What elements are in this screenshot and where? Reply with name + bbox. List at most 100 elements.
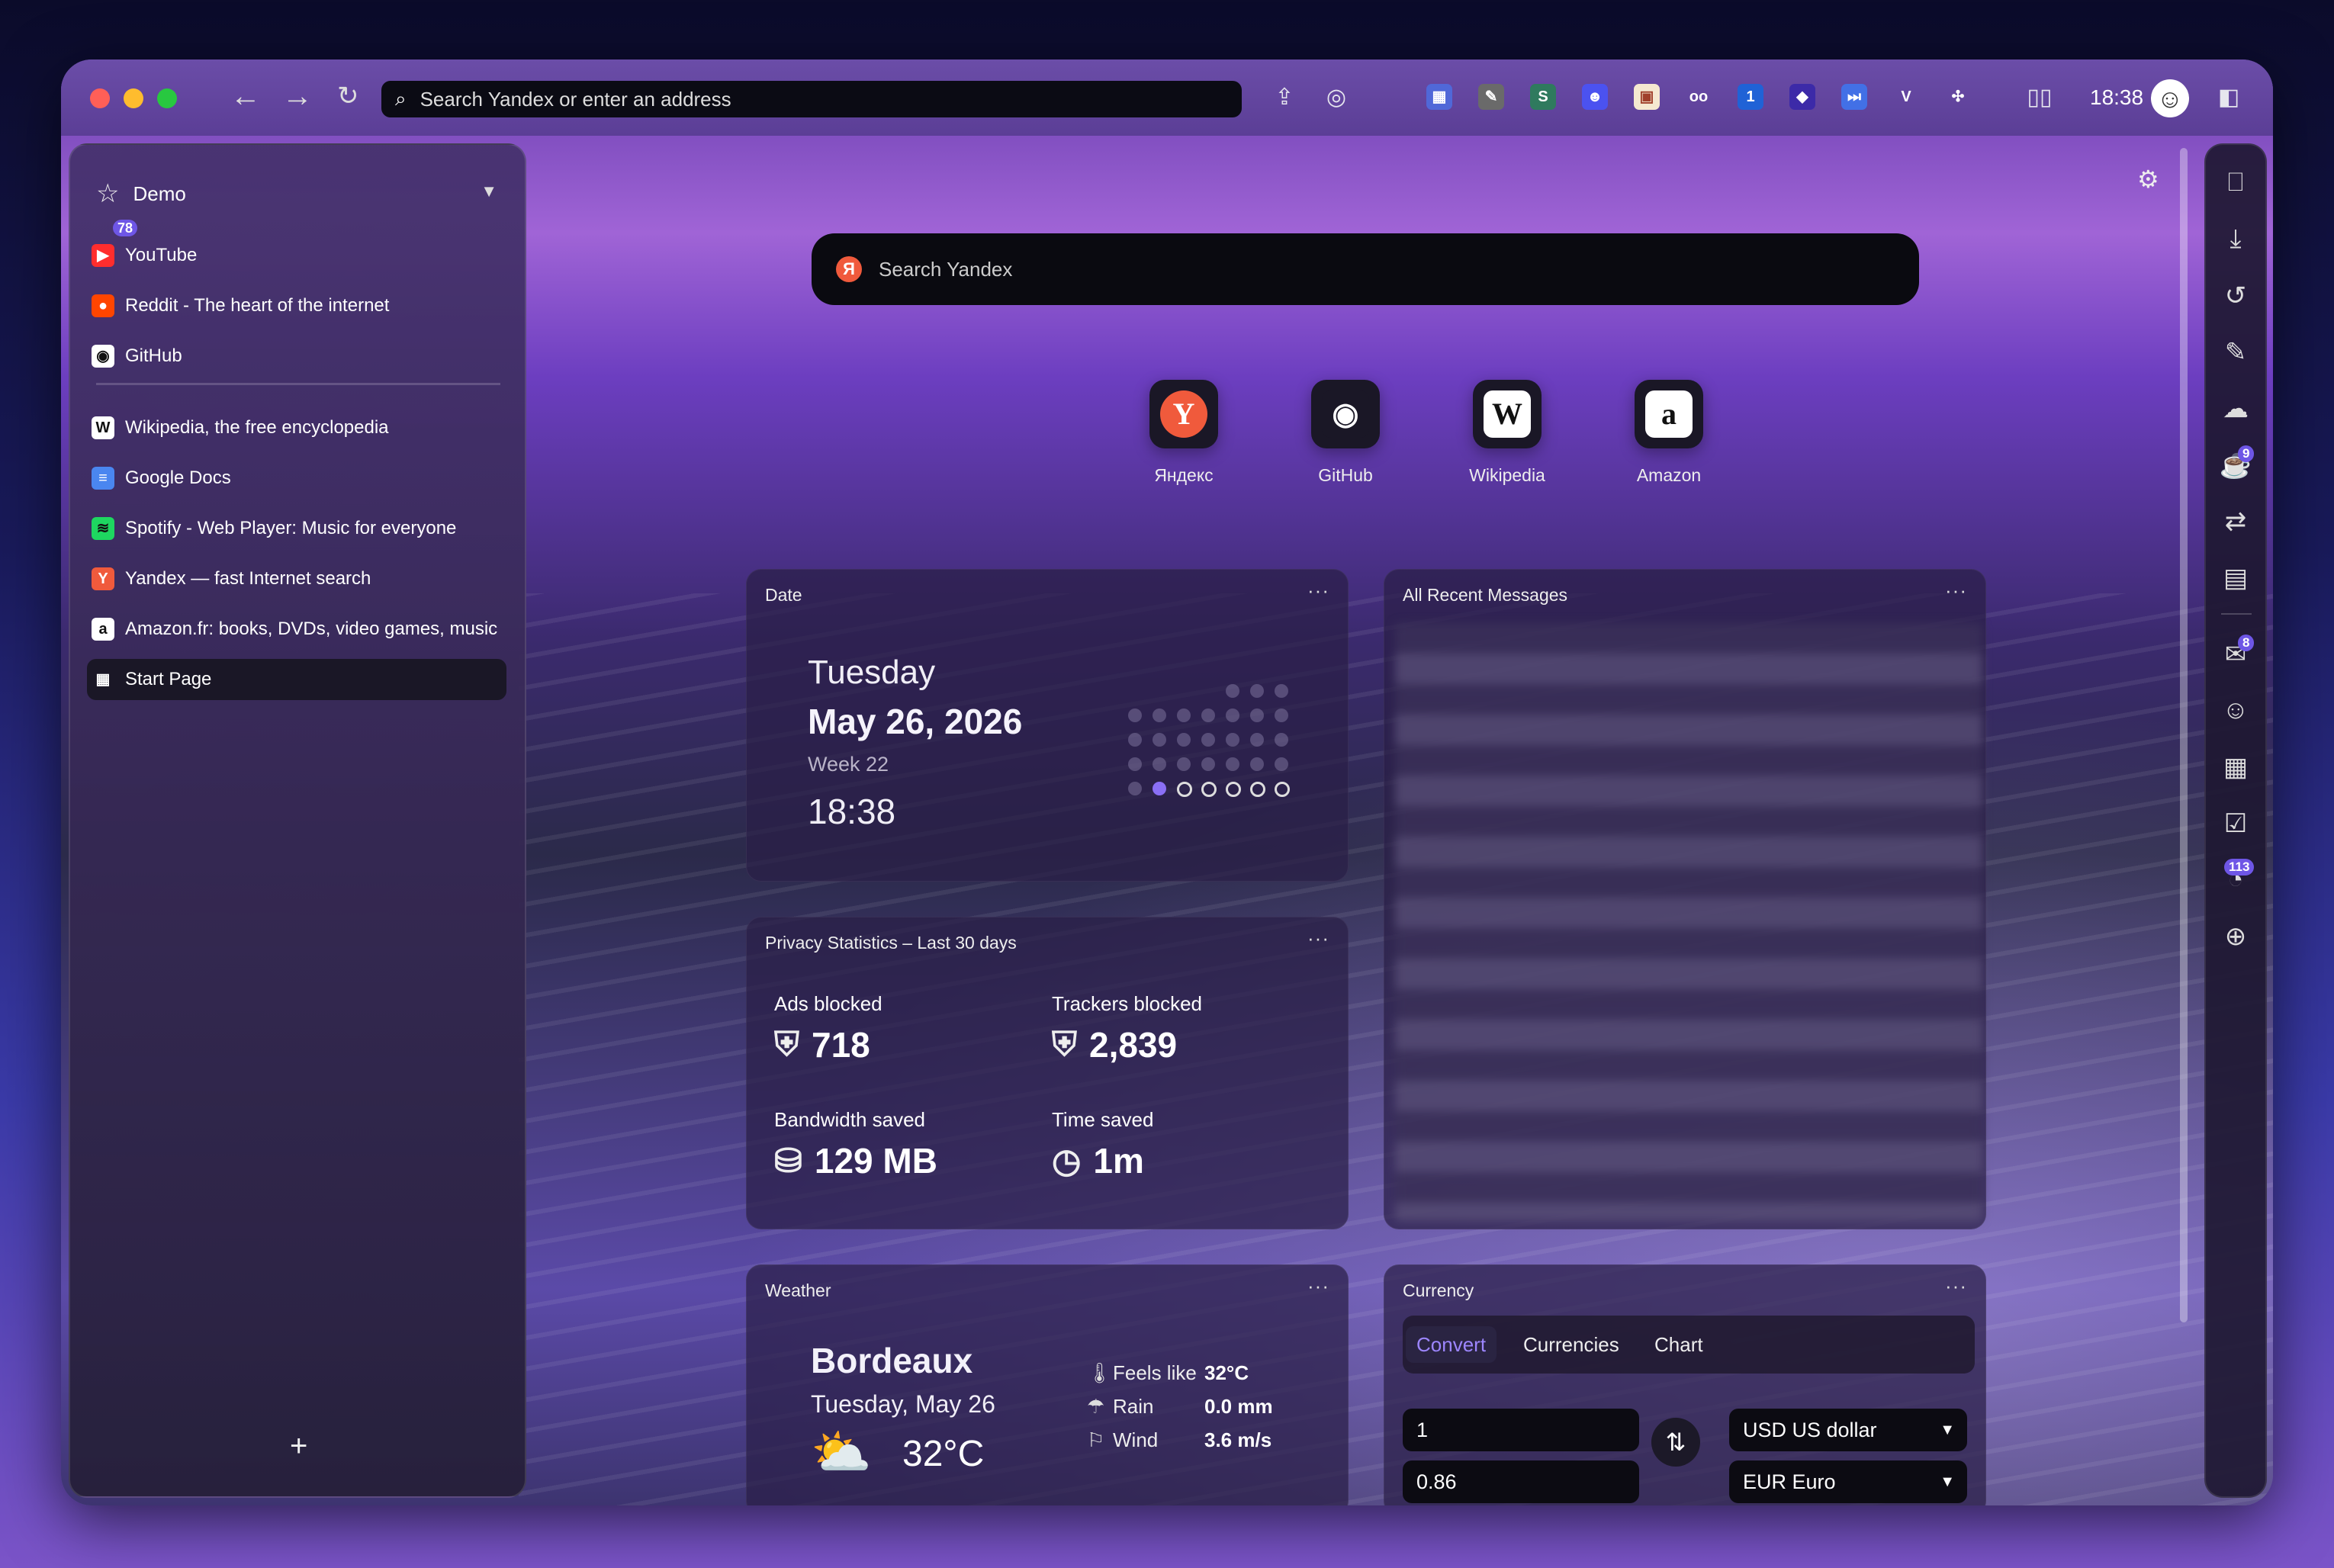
widget-menu-button[interactable]: ··· bbox=[1945, 579, 1967, 602]
time-saved-value: ◷ 1m bbox=[1052, 1141, 1144, 1181]
clock-dot bbox=[1226, 782, 1241, 797]
widget-menu-button[interactable]: ··· bbox=[1945, 1274, 1967, 1298]
page-scrollbar[interactable] bbox=[2180, 148, 2188, 1322]
s-ext-icon[interactable]: S bbox=[1530, 84, 1556, 110]
tab-spotify[interactable]: ≋ Spotify - Web Player: Music for everyon… bbox=[92, 508, 503, 549]
currency-from-select[interactable]: USD US dollar ▼ bbox=[1729, 1409, 1967, 1451]
panel-toggle-icon[interactable]: ▯▯ bbox=[2024, 82, 2055, 113]
calendar-icon[interactable]: ▦ bbox=[2206, 752, 2265, 782]
glasses-ext-icon[interactable]: oo bbox=[1686, 84, 1712, 110]
widget-title: Weather bbox=[765, 1280, 831, 1300]
new-tab-button[interactable]: + bbox=[290, 1429, 307, 1464]
date-widget: Date ··· Tuesday May 26, 2026 Week 22 18… bbox=[746, 569, 1349, 882]
tab-currencies[interactable]: Currencies bbox=[1513, 1326, 1630, 1363]
calendar-ext-icon[interactable]: ▦ bbox=[1426, 84, 1452, 110]
tab-grid[interactable]: ▦ Start Page bbox=[87, 659, 506, 700]
address-input[interactable] bbox=[418, 86, 1185, 112]
spotify-icon: ≋ bbox=[92, 517, 114, 540]
forward-icon[interactable]: → bbox=[282, 81, 313, 111]
wikipedia-icon: W bbox=[92, 416, 114, 439]
clock-dot bbox=[1177, 757, 1191, 771]
history-icon[interactable]: ↺ bbox=[2206, 281, 2265, 311]
clock-dot bbox=[1128, 782, 1142, 795]
sidebar-toggle-icon[interactable]: ◧ bbox=[2213, 82, 2244, 113]
address-bar[interactable]: ⌕ bbox=[381, 81, 1242, 117]
puzzle-ext-icon[interactable]: ✣ bbox=[1945, 84, 1971, 110]
translate-icon[interactable]: ⇄ bbox=[2206, 506, 2265, 537]
speed-dial-github[interactable]: ◉ GitHub bbox=[1269, 380, 1422, 486]
mail-icon[interactable]: ✉ bbox=[2206, 639, 2265, 670]
workspace-selector[interactable]: ☆ Demo bbox=[96, 178, 186, 209]
notes-icon[interactable]: ✎ bbox=[2206, 337, 2265, 368]
database-icon: ⛁ bbox=[774, 1142, 802, 1180]
widget-menu-button[interactable]: ··· bbox=[1307, 927, 1329, 950]
reload-icon[interactable]: ↻ bbox=[337, 81, 359, 111]
amount-from-input[interactable] bbox=[1403, 1409, 1639, 1451]
tab-google-docs[interactable]: ≡ Google Docs bbox=[92, 458, 503, 499]
profile-avatar[interactable]: ☺ bbox=[2151, 79, 2189, 117]
currency-to-select[interactable]: EUR Euro ▼ bbox=[1729, 1460, 1967, 1503]
widget-menu-button[interactable]: ··· bbox=[1307, 1274, 1329, 1298]
clock-dot bbox=[1128, 733, 1142, 747]
share-icon[interactable]: ⇪ bbox=[1269, 82, 1300, 113]
tab-youtube[interactable]: ▶ YouTube bbox=[92, 235, 503, 276]
rain-row: ☂ Rain 0.0 mm bbox=[1087, 1395, 1273, 1418]
widget-title: Privacy Statistics – Last 30 days bbox=[765, 933, 1017, 953]
widget-menu-button[interactable]: ··· bbox=[1307, 579, 1329, 602]
tab-reddit[interactable]: ● Reddit - The heart of the internet bbox=[92, 285, 503, 326]
umbrella-icon: ☂ bbox=[1087, 1395, 1105, 1418]
tab-label: Reddit - The heart of the internet bbox=[125, 295, 390, 316]
tab-yandex[interactable]: Y Yandex — fast Internet search bbox=[92, 558, 503, 599]
clock-dot bbox=[1153, 733, 1166, 747]
speed-dial-wikipedia[interactable]: W Wikipedia bbox=[1431, 380, 1583, 486]
pixel-ext-icon[interactable]: ▣ bbox=[1634, 84, 1660, 110]
cloud-icon[interactable]: ☁ bbox=[2206, 394, 2265, 424]
chevron-down-icon[interactable]: ▼ bbox=[481, 182, 497, 201]
tabs-divider bbox=[96, 383, 500, 385]
tab-chart[interactable]: Chart bbox=[1644, 1326, 1714, 1363]
reader-icon[interactable]: ▤ bbox=[2206, 563, 2265, 593]
currency-tabs: Convert Currencies Chart bbox=[1403, 1316, 1975, 1374]
trackers-blocked-label: Trackers blocked bbox=[1052, 992, 1202, 1015]
date-week: Week 22 bbox=[808, 753, 889, 776]
back-icon[interactable]: ← bbox=[230, 81, 261, 111]
minimize-window-button[interactable] bbox=[124, 88, 143, 108]
tab-label: Amazon.fr: books, DVDs, video games, mus… bbox=[125, 619, 498, 639]
feather-ext-icon[interactable]: ✎ bbox=[1478, 84, 1504, 110]
clock-dot bbox=[1128, 757, 1142, 771]
tab-label: Google Docs bbox=[125, 468, 231, 488]
gear-icon[interactable]: ⚙ bbox=[2137, 165, 2159, 194]
add-panel-icon[interactable]: ⊕ bbox=[2206, 921, 2265, 952]
close-window-button[interactable] bbox=[90, 88, 110, 108]
tab-github[interactable]: ◉ GitHub bbox=[92, 336, 503, 377]
bandwidth-saved-value: ⛁ 129 MB bbox=[774, 1141, 937, 1181]
download-icon[interactable]: ⤓ bbox=[2206, 224, 2265, 254]
tasks-icon[interactable]: ☑ bbox=[2206, 808, 2265, 839]
skip-ext-icon[interactable]: ⏭ bbox=[1841, 84, 1867, 110]
speed-dial-amazon[interactable]: a Amazon bbox=[1593, 380, 1745, 486]
amount-to-input[interactable] bbox=[1403, 1460, 1639, 1503]
zoom-window-button[interactable] bbox=[157, 88, 177, 108]
thermometer-icon: 🌡 bbox=[1087, 1361, 1113, 1384]
vivaldi-ext-icon[interactable]: V bbox=[1893, 84, 1919, 110]
screenshot-icon[interactable]: ◎ bbox=[1321, 82, 1352, 113]
toolbar: ← → ↻ ⌕ ⇪ ◎ ▦ ✎ S ☻ ▣ oo 1 ◆ ⏭ V ✣ ▯▯ 18:38 ☺ ◧ bbox=[61, 59, 2273, 136]
swap-currency-icon[interactable]: ⇅ bbox=[1651, 1418, 1700, 1467]
yandex-icon: Y bbox=[92, 567, 114, 590]
weather-temp: 32°C bbox=[902, 1434, 985, 1474]
tab-amazon[interactable]: a Amazon.fr: books, DVDs, video games, mu… bbox=[92, 609, 503, 650]
tab-convert[interactable]: Convert bbox=[1406, 1326, 1497, 1363]
shield-icon: ⛨ bbox=[774, 1026, 799, 1063]
blurred-messages-list[interactable] bbox=[1395, 623, 1982, 1221]
start-page-search[interactable]: Я Search Yandex bbox=[812, 233, 1919, 305]
tab-wikipedia[interactable]: W Wikipedia, the free encyclopedia bbox=[92, 407, 503, 448]
reading-list-icon[interactable]: ☕ bbox=[2206, 450, 2265, 480]
bookmark-icon[interactable]: ⎕ bbox=[2206, 168, 2265, 198]
speed-dial-yandex[interactable]: Y Яндекс bbox=[1108, 380, 1260, 486]
clock-dot bbox=[1250, 733, 1264, 747]
diamond-ext-icon[interactable]: ◆ bbox=[1789, 84, 1815, 110]
chat-ext-icon[interactable]: ☻ bbox=[1582, 84, 1608, 110]
onepassword-ext-icon[interactable]: 1 bbox=[1738, 84, 1763, 110]
contacts-icon[interactable]: ☺ bbox=[2206, 696, 2265, 725]
tab-label: YouTube bbox=[125, 245, 198, 265]
